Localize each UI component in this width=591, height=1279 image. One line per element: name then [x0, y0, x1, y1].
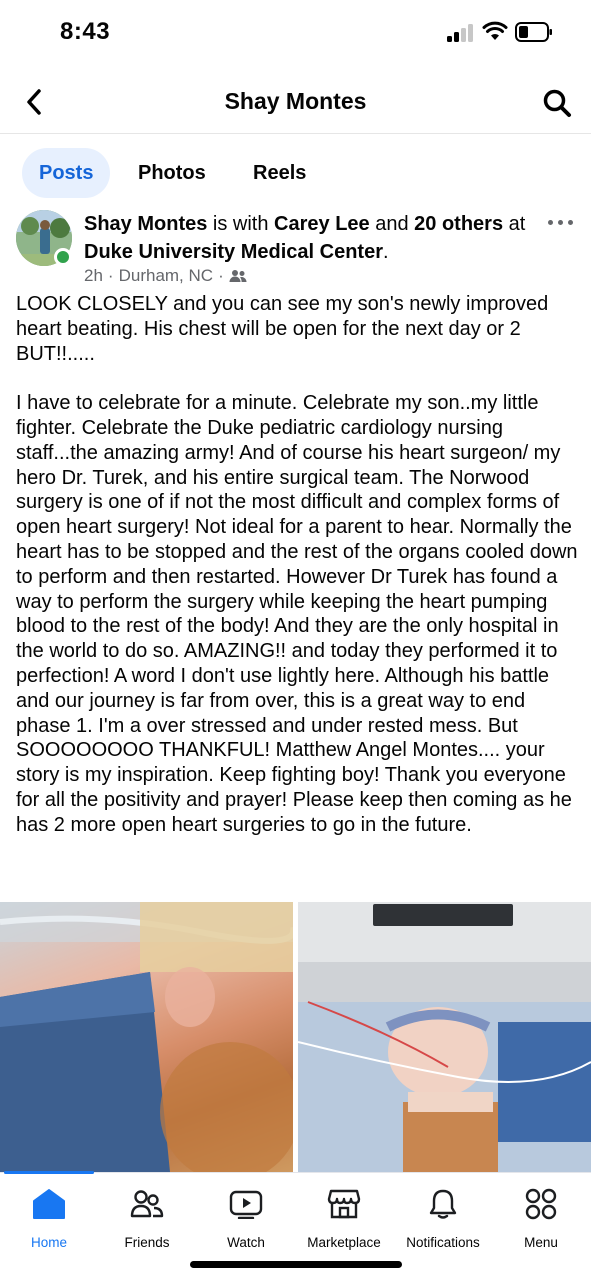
- bell-icon: [429, 1189, 457, 1219]
- menu-grid-icon: [525, 1188, 557, 1220]
- nav-header: Shay Montes: [0, 70, 591, 134]
- nav-watch[interactable]: Watch: [197, 1185, 295, 1251]
- nav-menu-label: Menu: [524, 1235, 558, 1250]
- post-photo-left[interactable]: [0, 902, 293, 1172]
- tab-reels[interactable]: Reels: [253, 148, 306, 198]
- post-timestamp[interactable]: 2h: [84, 266, 103, 286]
- meta-separator: ·: [107, 266, 114, 285]
- status-bar: 8:43: [0, 0, 591, 66]
- friends-icon: [130, 1190, 164, 1218]
- friends-audience-icon: [229, 270, 247, 282]
- tagged-others[interactable]: 20 others: [414, 213, 503, 235]
- wifi-icon: [482, 20, 508, 42]
- nav-friends-label: Friends: [124, 1235, 170, 1250]
- page-title: Shay Montes: [224, 88, 367, 114]
- battery-icon: [515, 22, 553, 42]
- profile-tabs: Posts Photos Reels: [0, 148, 591, 198]
- online-status-indicator: [54, 248, 72, 266]
- checkin-location[interactable]: Duke University Medical Center: [84, 241, 383, 263]
- marketplace-icon: [327, 1189, 361, 1219]
- and-text: and: [369, 213, 415, 235]
- more-options-button[interactable]: [545, 212, 577, 232]
- post-body-text: LOOK CLOSELY and you can see my son's ne…: [16, 293, 578, 836]
- nav-notifications-label: Notifications: [406, 1235, 480, 1250]
- tab-posts[interactable]: Posts: [22, 148, 111, 198]
- post-header: Shay Montes is with Carey Lee and 20 oth…: [0, 206, 591, 294]
- active-tab-indicator: [4, 1171, 94, 1174]
- nav-menu[interactable]: Menu: [492, 1185, 590, 1251]
- nav-friends[interactable]: Friends: [98, 1185, 196, 1251]
- nav-home-label: Home: [30, 1235, 67, 1250]
- post-city: Durham, NC: [118, 266, 214, 285]
- meta-separator: ·: [218, 266, 224, 285]
- status-time: 8:43: [60, 18, 111, 45]
- search-icon: [543, 89, 571, 117]
- search-button[interactable]: [538, 84, 576, 122]
- nav-watch-label: Watch: [227, 1235, 265, 1250]
- post-author-line: Shay Montes is with Carey Lee and 20 oth…: [84, 210, 534, 266]
- tagged-person[interactable]: Carey Lee: [274, 213, 370, 235]
- nav-notifications[interactable]: Notifications: [394, 1185, 492, 1251]
- home-indicator-bar[interactable]: [190, 1261, 402, 1268]
- nav-marketplace-label: Marketplace: [307, 1235, 381, 1250]
- post-meta: 2h · Durham, NC ·: [84, 266, 247, 286]
- with-text: is with: [207, 213, 275, 235]
- period-text: .: [383, 241, 389, 263]
- cellular-signal-icon: [447, 24, 475, 42]
- at-text: at: [503, 213, 526, 235]
- post-photo-right[interactable]: [298, 902, 591, 1172]
- tab-photos[interactable]: Photos: [138, 148, 206, 198]
- watch-icon: [229, 1190, 263, 1219]
- home-icon: [33, 1189, 65, 1219]
- nav-home[interactable]: Home: [0, 1185, 98, 1251]
- author-name[interactable]: Shay Montes: [84, 213, 207, 235]
- nav-marketplace[interactable]: Marketplace: [295, 1185, 393, 1251]
